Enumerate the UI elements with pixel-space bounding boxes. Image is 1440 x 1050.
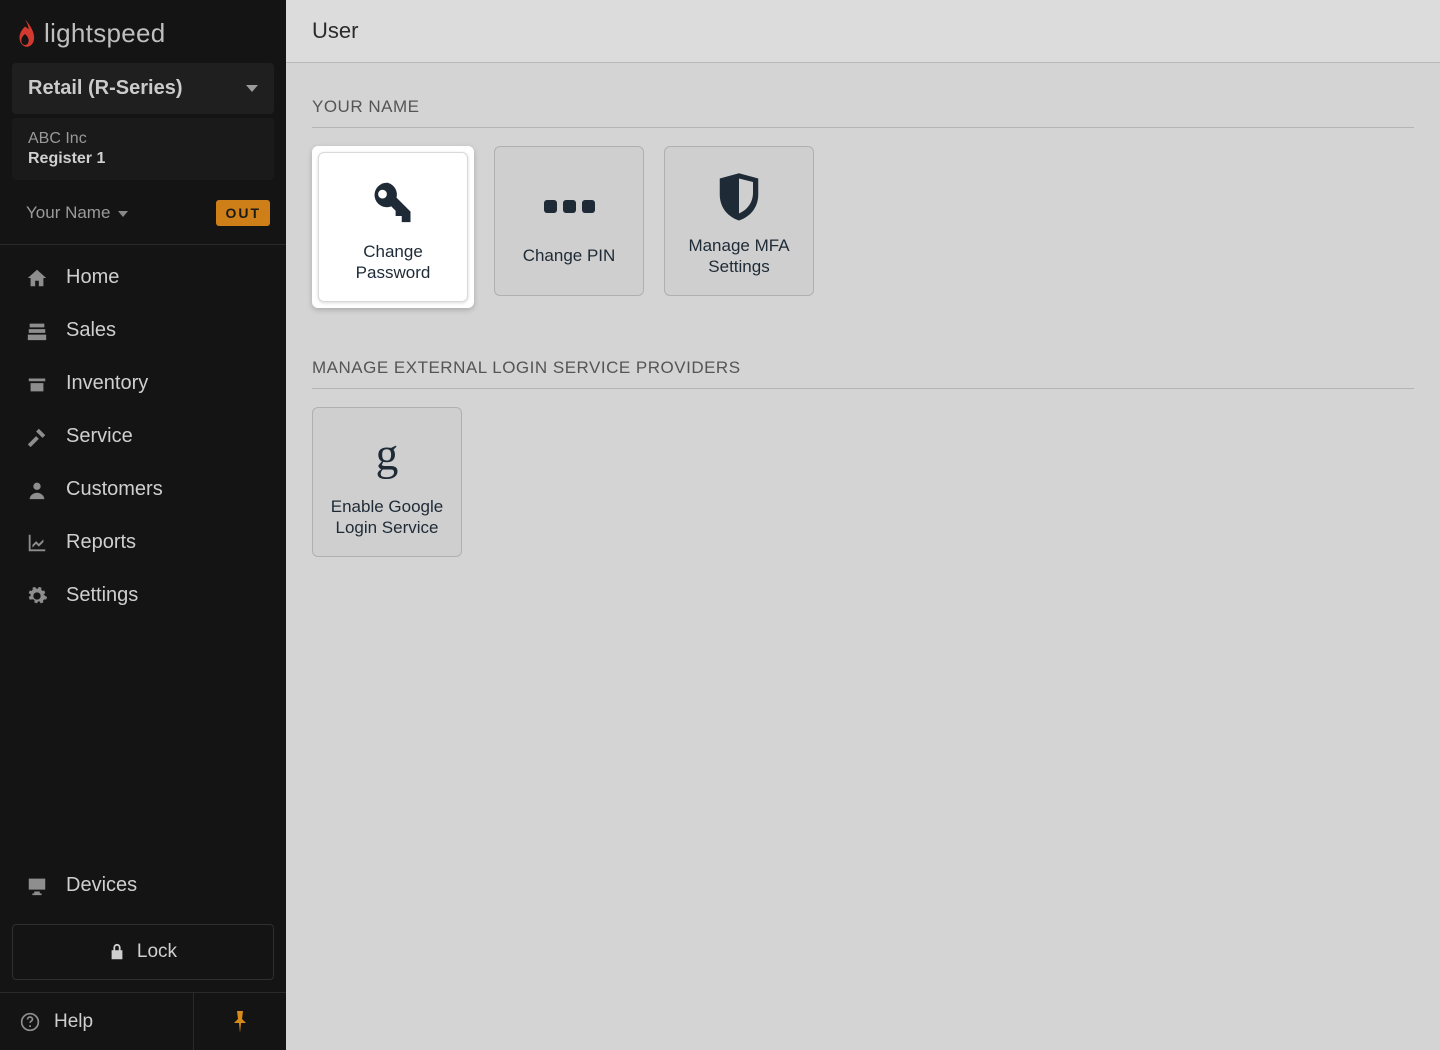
company-name: ABC Inc — [28, 130, 258, 148]
lock-button[interactable]: Lock — [12, 924, 274, 980]
tile-label: Manage MFA Settings — [673, 235, 805, 278]
lock-icon — [109, 943, 125, 961]
monitor-icon — [26, 875, 48, 897]
help-label: Help — [54, 1011, 93, 1033]
pin-icon — [232, 1011, 248, 1033]
product-selector-label: Retail (R-Series) — [28, 77, 183, 100]
tile-label: Change Password — [327, 241, 459, 284]
register-name: Register 1 — [28, 150, 258, 168]
nav-item-service[interactable]: Service — [0, 410, 286, 463]
tile-highlight-wrapper: Change Password — [312, 146, 474, 308]
tile-enable-google-login[interactable]: g Enable Google Login Service — [312, 407, 462, 557]
tiles-row: Change Password Change PIN Manage MFA Se… — [312, 146, 1414, 308]
register-block[interactable]: ABC Inc Register 1 — [12, 118, 274, 180]
nav-label: Settings — [66, 584, 138, 607]
lock-label: Lock — [137, 941, 177, 963]
pin-sidebar-button[interactable] — [194, 993, 286, 1050]
user-row: Your Name OUT — [0, 180, 286, 244]
brand-logo[interactable]: lightspeed — [0, 0, 286, 63]
section-heading-your-name: YOUR NAME — [312, 97, 1414, 128]
nav-label: Customers — [66, 478, 163, 501]
nav-item-settings[interactable]: Settings — [0, 569, 286, 622]
tile-change-pin[interactable]: Change PIN — [494, 146, 644, 296]
nav-item-devices[interactable]: Devices — [0, 859, 286, 912]
help-icon — [20, 1012, 40, 1032]
sidebar: lightspeed Retail (R-Series) ABC Inc Reg… — [0, 0, 286, 1050]
tile-label: Enable Google Login Service — [321, 496, 453, 539]
pin-dots-icon — [544, 175, 595, 237]
flame-icon — [14, 19, 36, 49]
tiles-row: g Enable Google Login Service — [312, 407, 1414, 557]
box-icon — [26, 373, 48, 395]
register-icon — [26, 320, 48, 342]
nav-item-sales[interactable]: Sales — [0, 304, 286, 357]
main-area: User YOUR NAME Change Password Change PI… — [286, 0, 1440, 1050]
google-icon: g — [359, 426, 415, 488]
clock-out-badge[interactable]: OUT — [216, 200, 270, 226]
chevron-down-icon — [118, 211, 128, 217]
product-selector[interactable]: Retail (R-Series) — [12, 63, 274, 114]
svg-text:g: g — [376, 429, 399, 479]
nav-label: Service — [66, 425, 133, 448]
bottom-bar: Help — [0, 992, 286, 1050]
nav-label: Sales — [66, 319, 116, 342]
nav-label: Inventory — [66, 372, 148, 395]
gear-icon — [26, 585, 48, 607]
nav-item-reports[interactable]: Reports — [0, 516, 286, 569]
help-button[interactable]: Help — [0, 993, 194, 1050]
tile-change-password[interactable]: Change Password — [318, 152, 468, 302]
user-icon — [26, 479, 48, 501]
home-icon — [26, 267, 48, 289]
nav-label: Home — [66, 266, 119, 289]
chart-icon — [26, 532, 48, 554]
tile-manage-mfa[interactable]: Manage MFA Settings — [664, 146, 814, 296]
nav-item-inventory[interactable]: Inventory — [0, 357, 286, 410]
page-header: User — [286, 0, 1440, 63]
brand-name: lightspeed — [44, 18, 166, 49]
section-heading-external-providers: MANAGE EXTERNAL LOGIN SERVICE PROVIDERS — [312, 358, 1414, 389]
nav-item-home[interactable]: Home — [0, 251, 286, 304]
nav-label: Devices — [66, 874, 137, 897]
nav-item-customers[interactable]: Customers — [0, 463, 286, 516]
key-icon — [365, 171, 421, 233]
shield-icon — [711, 165, 767, 227]
page-content: YOUR NAME Change Password Change PIN — [286, 63, 1440, 641]
page-title: User — [312, 18, 358, 43]
tile-label: Change PIN — [523, 245, 616, 266]
user-name-label: Your Name — [26, 203, 110, 223]
chevron-down-icon — [246, 85, 258, 92]
nav-label: Reports — [66, 531, 136, 554]
hammer-icon — [26, 426, 48, 448]
user-menu[interactable]: Your Name — [26, 203, 128, 223]
main-nav: Home Sales Inventory Service Customers R… — [0, 245, 286, 628]
